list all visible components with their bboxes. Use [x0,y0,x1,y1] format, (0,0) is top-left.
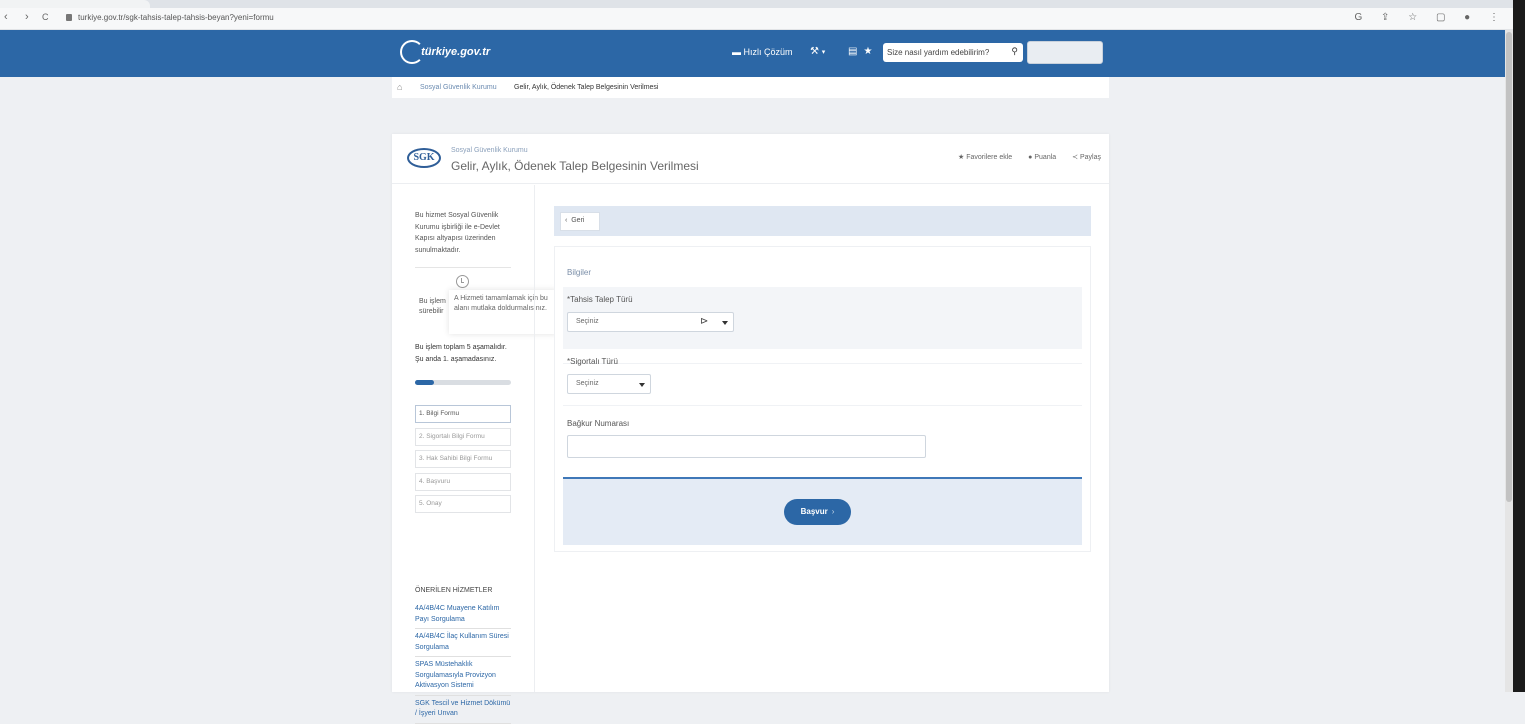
share-label: Paylaş [1079,154,1101,161]
sidebar-divider [534,185,535,692]
forward-arrow-icon[interactable]: › [25,11,29,23]
page-scrollbar[interactable] [1505,30,1513,692]
logo-text: türkiye.gov.tr [421,46,491,58]
step-list: 1. Bilgi Formu 2. Sigortalı Bilgi Formu … [415,405,511,518]
step-4: 4. Başvuru [415,472,511,491]
home-icon[interactable]: ⌂ [397,82,402,92]
search-icon[interactable]: ⚲ [1011,46,1018,57]
step-2: 2. Sigortalı Bilgi Formu [415,427,511,446]
recommended-link[interactable]: 4A/4B/4C Muayene Katılım Payı Sorgulama [415,601,511,629]
divider [563,405,1082,406]
rate-label: Puanla [1034,154,1057,161]
chevron-right-icon: › [831,507,835,516]
quick-solution-label: Hızlı Çözüm [743,47,793,57]
sigortali-turu-select[interactable]: Seçiniz [567,374,651,394]
mouse-cursor-icon: ⊳ [700,316,709,327]
clock-icon [456,275,469,288]
submit-button[interactable]: Başvur › [784,499,851,525]
submit-label: Başvur [800,507,828,516]
recommended-link[interactable]: SGK Tescil ve Hizmet Dökümü / İşyeri Unv… [415,696,511,724]
chevron-left-icon: ‹ [565,217,568,224]
back-button[interactable]: ‹ Geri [560,212,600,231]
header-icon-group: ▤★ [848,46,878,57]
step-3: 3. Hak Sahibi Bilgi Formu [415,450,511,468]
share-button[interactable]: ≺ Paylaş [1072,154,1101,161]
org-name[interactable]: Sosyal Güvenlik Kurumu [451,147,528,154]
divider [415,267,511,268]
chevron-down-icon: ▾ [821,49,826,56]
section-title: Bilgiler [567,268,592,277]
progress-fill [415,380,435,385]
back-label: Geri [571,217,585,224]
step-1[interactable]: 1. Bilgi Formu [415,405,511,423]
operation-note: Bu işlem sürebilir [419,298,446,315]
service-header: SGK Sosyal Güvenlik Kurumu Gelir, Aylık,… [392,134,1109,184]
login-button[interactable] [1027,41,1103,64]
caret-down-icon [722,321,728,325]
back-arrow-icon[interactable]: ‹ [4,11,8,23]
step-count-text: Bu işlem toplam 5 aşamalıdır. Şu anda 1.… [415,344,507,363]
recommended-link[interactable]: 4A/4B/4C İlaç Kullanım Süresi Sorgulama [415,629,511,657]
browser-tabstrip [0,0,1525,8]
star-icon: ★ [957,154,965,161]
scrollbar-thumb[interactable] [1506,32,1512,502]
site-header: türkiye.gov.tr ▬ Hızlı Çözüm ⚒ ▾ ▤★ ⚲ [0,30,1505,77]
step-5: 5. Onay [415,495,511,513]
window-edge [1513,0,1525,692]
browser-address-bar: ‹ › C turkiye.gov.tr/sgk-tahsis-talep-ta… [0,8,1525,30]
star-icon[interactable]: ★ [863,46,878,57]
breadcrumb: ⌂ Sosyal Güvenlik Kurumu Gelir, Aylık, Ö… [392,77,1109,98]
service-card: SGK Sosyal Güvenlik Kurumu Gelir, Aylık,… [392,134,1109,724]
card-icon[interactable]: ▤ [848,46,863,57]
service-intro: Bu hizmet Sosyal Güvenlik Kurumu işbirli… [415,212,500,254]
url-text[interactable]: turkiye.gov.tr/sgk-tahsis-talep-tahsis-b… [78,13,274,22]
back-bar: ‹ Geri [554,206,1091,236]
favorite-button[interactable]: ★ Favorilere ekle [958,154,1012,161]
bagkur-number-input[interactable] [567,435,926,458]
turkiye-gov-logo[interactable]: türkiye.gov.tr [400,40,490,64]
breadcrumb-item-sgk[interactable]: Sosyal Güvenlik Kurumu [420,84,497,91]
search-box: ⚲ [883,43,1023,62]
tooltip: A Hizmeti tamamlamak için bu alanı mutla… [449,290,557,334]
sgk-logo: SGK [407,148,441,168]
page-title: Gelir, Aylık, Ödenek Talep Belgesinin Ve… [451,159,699,173]
tahsis-talep-label: *Tahsis Talep Türü [567,295,633,304]
sidebar: Bu hizmet Sosyal Güvenlik Kurumu işbirli… [392,185,557,724]
speech-bubble-icon: ● [1028,154,1033,161]
reload-icon[interactable]: C [42,12,49,22]
share-icon: ≺ [1072,154,1078,161]
tahsis-talep-select[interactable]: Seçiniz [567,312,734,332]
browser-tab[interactable] [0,0,150,8]
caret-down-icon [639,383,645,387]
favorite-label: Favorilere ekle [966,154,1013,161]
service-actions: ★ Favorilere ekle ● Puanla ≺ Paylaş [944,153,1101,161]
progress-bar [415,380,511,385]
form-panel: Bilgiler *Tahsis Talep Türü Seçiniz ⊳ *S… [554,246,1091,552]
browser-toolbar-icons[interactable]: G ⇪ ☆ ▢ ● ⋮ [1354,12,1507,23]
recommended-list: 4A/4B/4C Muayene Katılım Payı Sorgulama … [415,601,511,724]
select-value: Seçiniz [576,318,599,325]
lock-icon [66,14,72,21]
breadcrumb-item-current: Gelir, Aylık, Ödenek Talep Belgesinin Ve… [514,84,659,91]
recommended-title: ÖNERİLEN HİZMETLER [415,587,493,594]
rate-button[interactable]: ● Puanla [1028,154,1056,161]
tools-menu[interactable]: ⚒ ▾ [810,46,825,57]
divider [563,363,1082,364]
wrench-icon: ⚒ [810,46,819,57]
select-value: Seçiniz [576,380,599,387]
chat-icon: ▬ [732,47,741,57]
bagkur-number-label: Bağkur Numarası [567,419,630,428]
quick-solution-link[interactable]: ▬ Hızlı Çözüm [732,47,793,57]
recommended-link[interactable]: SPAS Müstehaklık Sorgulamasıyla Provizyo… [415,657,511,696]
submit-area: Başvur › [563,477,1082,545]
sigortali-turu-label: *Sigortalı Türü [567,357,618,366]
search-input[interactable] [887,45,1005,60]
